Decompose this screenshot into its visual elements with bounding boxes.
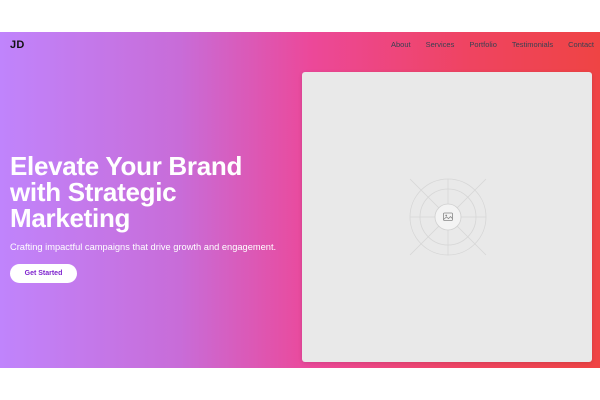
nav-link-testimonials[interactable]: Testimonials: [512, 40, 553, 49]
hero-headline: Elevate Your Brand with Strategic Market…: [10, 151, 243, 233]
icon-badge: [434, 203, 462, 231]
nav-link-about[interactable]: About: [391, 40, 411, 49]
hero-image-placeholder: [302, 72, 592, 362]
main-nav: About Services Portfolio Testimonials Co…: [391, 40, 594, 49]
nav-link-portfolio[interactable]: Portfolio: [469, 40, 497, 49]
logo[interactable]: JD: [10, 39, 25, 51]
hero-subheadline: Crafting impactful campaigns that drive …: [10, 242, 277, 252]
nav-link-services[interactable]: Services: [426, 40, 455, 49]
get-started-button[interactable]: Get Started: [10, 264, 77, 283]
nav-link-contact[interactable]: Contact: [568, 40, 594, 49]
placeholder-graphic: [409, 178, 487, 256]
hero-section: JD About Services Portfolio Testimonials…: [0, 32, 600, 368]
